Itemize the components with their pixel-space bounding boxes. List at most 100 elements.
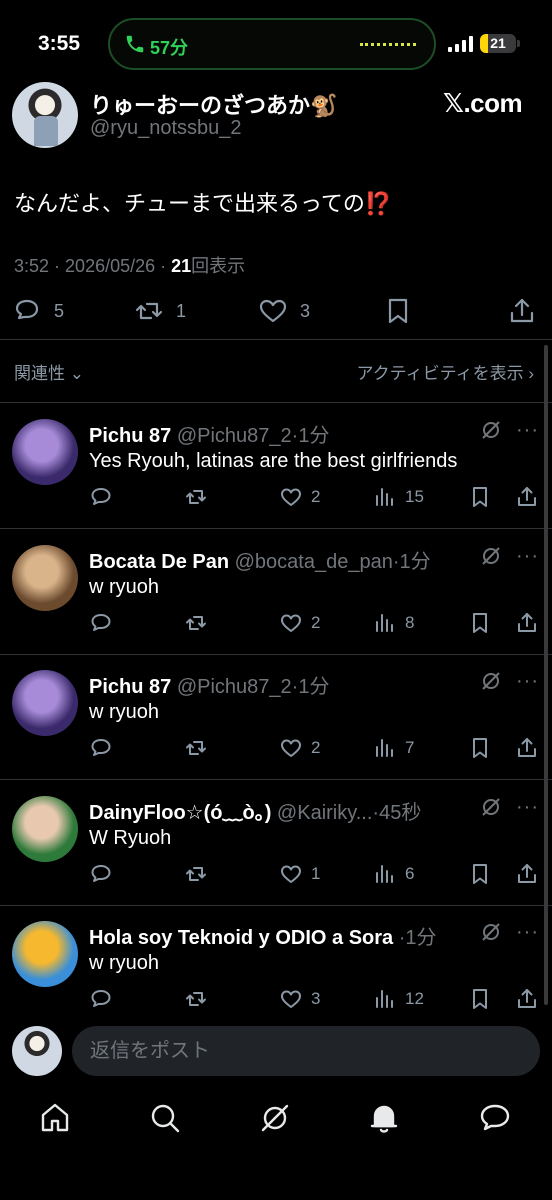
- grok-icon[interactable]: [480, 545, 502, 567]
- like-button[interactable]: 2: [279, 611, 320, 635]
- tweet-views: 21: [171, 256, 192, 276]
- grok-icon[interactable]: [480, 796, 502, 818]
- retweet-button[interactable]: [184, 987, 208, 1011]
- grok-icon[interactable]: [480, 670, 502, 692]
- bookmark-button[interactable]: [468, 485, 492, 509]
- author-avatar[interactable]: [12, 82, 78, 148]
- bottom-nav: [0, 1092, 552, 1148]
- tweet-date[interactable]: 2026/05/26: [65, 256, 155, 276]
- reply-time: 1分: [399, 550, 431, 573]
- more-options-icon[interactable]: ···: [516, 545, 539, 568]
- reply-author-handle[interactable]: @bocata_de_pan: [235, 551, 393, 573]
- retweet-button[interactable]: [184, 611, 208, 635]
- reply-button[interactable]: [89, 862, 113, 886]
- reply-row[interactable]: Hola soy Teknoid y ODIO a Sora ·1分 ··· w…: [0, 905, 552, 1030]
- sort-left-label: 関連性: [14, 364, 65, 383]
- grok-icon[interactable]: [480, 419, 502, 441]
- like-count: 2: [311, 738, 321, 757]
- retweet-icon: [186, 490, 206, 504]
- more-options-icon[interactable]: ···: [516, 921, 539, 944]
- retweet-button[interactable]: [184, 862, 208, 886]
- like-count: 2: [311, 487, 321, 506]
- reply-avatar[interactable]: [12, 670, 78, 736]
- share-button[interactable]: [515, 987, 539, 1011]
- view-activity-link[interactable]: アクティビティを表示 ›: [356, 359, 534, 384]
- home-indicator: [138, 1184, 414, 1190]
- nav-home[interactable]: [37, 1100, 73, 1136]
- author-handle[interactable]: @ryu_notssbu_2: [90, 117, 242, 140]
- nav-grok[interactable]: [257, 1100, 293, 1136]
- more-options-icon[interactable]: ···: [516, 670, 539, 693]
- share-button[interactable]: [515, 611, 539, 635]
- reply-author-name[interactable]: Bocata De Pan: [89, 551, 229, 573]
- retweet-button[interactable]: [184, 736, 208, 760]
- views-button[interactable]: 7: [373, 736, 414, 760]
- reply-avatar[interactable]: [12, 795, 78, 862]
- like-button[interactable]: 2: [279, 485, 320, 509]
- views-button[interactable]: 8: [373, 611, 414, 635]
- reply-button[interactable]: 5: [12, 296, 64, 326]
- reply-button[interactable]: [89, 485, 113, 509]
- views-button[interactable]: 12: [373, 987, 424, 1011]
- views-button[interactable]: 15: [373, 485, 424, 509]
- more-options-icon[interactable]: ···: [516, 419, 539, 442]
- share-button[interactable]: [515, 862, 539, 886]
- like-count: 3: [300, 300, 311, 321]
- reply-author-name[interactable]: Pichu 87: [89, 425, 171, 447]
- reply-avatar[interactable]: [12, 544, 78, 611]
- reply-button[interactable]: [89, 736, 113, 760]
- reply-button[interactable]: [89, 987, 113, 1011]
- more-options-icon[interactable]: ···: [516, 796, 539, 819]
- nav-notifications[interactable]: [366, 1100, 402, 1136]
- author-display-name[interactable]: りゅーおーのざつあか🐒: [90, 88, 337, 120]
- reply-author-name[interactable]: DainyFloo☆(ó﹏ò｡): [89, 802, 271, 824]
- heart-icon: [281, 865, 301, 883]
- bookmark-button[interactable]: [468, 987, 492, 1011]
- share-button[interactable]: [515, 736, 539, 760]
- nav-search[interactable]: [147, 1100, 183, 1136]
- reply-actions: 2 8: [0, 611, 552, 637]
- reply-row[interactable]: Pichu 87 @Pichu87_2·1分 ··· w ryuoh 2 7: [0, 654, 552, 779]
- grok-icon[interactable]: [480, 921, 502, 943]
- reply-row[interactable]: Pichu 87 @Pichu87_2·1分 ··· Yes Ryouh, la…: [0, 403, 552, 528]
- reply-icon: [91, 488, 111, 505]
- bookmark-button[interactable]: [468, 862, 492, 886]
- retweet-button[interactable]: 1: [134, 296, 186, 326]
- bookmark-button[interactable]: [383, 296, 413, 326]
- sort-relevance-dropdown[interactable]: 関連性 ⌄: [14, 359, 84, 384]
- share-button[interactable]: [507, 296, 537, 326]
- bookmark-icon: [388, 298, 408, 324]
- like-count: 2: [311, 612, 321, 632]
- reply-avatar[interactable]: [12, 419, 78, 485]
- reply-author-handle[interactable]: @Kairiky...: [277, 802, 373, 824]
- like-button[interactable]: 1: [279, 862, 320, 886]
- reply-composer-input[interactable]: [72, 1026, 540, 1076]
- reply-author-name[interactable]: Pichu 87: [89, 676, 171, 698]
- reply-time: 1分: [405, 927, 437, 949]
- heart-icon: [281, 739, 301, 757]
- bookmark-button[interactable]: [468, 611, 492, 635]
- reply-author-handle[interactable]: @Pichu87_2: [177, 425, 292, 447]
- reply-avatar[interactable]: [12, 921, 78, 987]
- scrollbar[interactable]: [544, 345, 548, 1005]
- call-pill[interactable]: 57分: [108, 18, 436, 70]
- reply-author-handle[interactable]: @Pichu87_2: [177, 676, 292, 698]
- share-icon: [518, 612, 536, 632]
- like-button[interactable]: 2: [279, 736, 320, 760]
- reply-row[interactable]: DainyFloo☆(ó﹏ò｡) @Kairiky...·45秒 ··· W R…: [0, 780, 552, 905]
- reply-author-name[interactable]: Hola soy Teknoid y ODIO a Sora: [89, 927, 393, 949]
- bookmark-button[interactable]: [468, 736, 492, 760]
- search-icon: [151, 1104, 180, 1133]
- nav-messages[interactable]: [477, 1100, 513, 1136]
- reply-row[interactable]: Bocata De Pan @bocata_de_pan·1分 ··· w ry…: [0, 529, 552, 654]
- retweet-button[interactable]: [184, 485, 208, 509]
- reply-icon: [91, 864, 111, 882]
- like-button[interactable]: 3: [279, 987, 320, 1011]
- reply-button[interactable]: [89, 611, 113, 635]
- like-button[interactable]: 3: [258, 296, 310, 326]
- share-button[interactable]: [515, 485, 539, 509]
- views-icon: [376, 864, 393, 883]
- views-button[interactable]: 6: [373, 862, 414, 886]
- reply-header: Pichu 87 @Pichu87_2·1分: [89, 670, 459, 699]
- tweet-views-label: 回表示: [191, 256, 246, 276]
